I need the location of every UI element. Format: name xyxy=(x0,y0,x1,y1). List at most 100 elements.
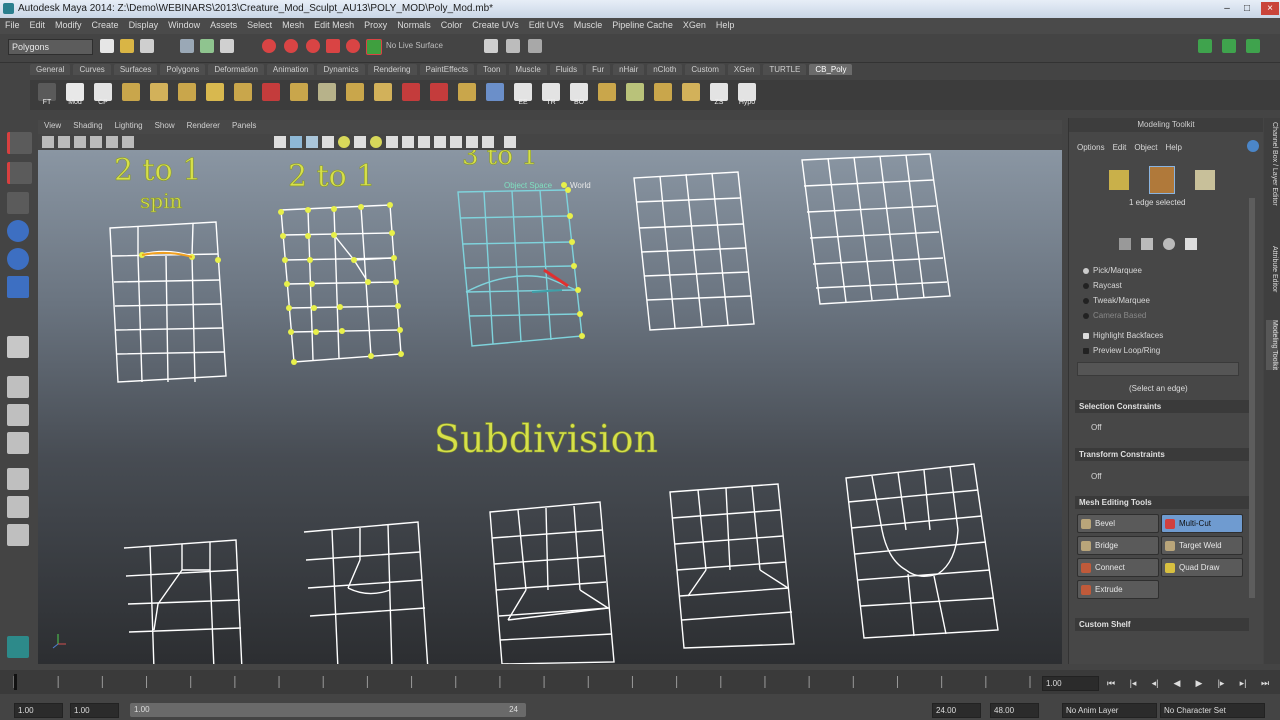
panel-menu-show[interactable]: Show xyxy=(149,120,181,131)
tab-channel-box[interactable]: Channel Box / Layer Editor xyxy=(1266,122,1278,206)
section-custom-shelf[interactable]: Custom Shelf xyxy=(1075,618,1249,631)
shelf-tab[interactable]: Custom xyxy=(685,64,725,75)
shelf-tab-active[interactable]: CB_Poly xyxy=(809,64,853,75)
outliner-layout-icon[interactable] xyxy=(7,432,29,454)
playback-end-field[interactable]: 24.00 xyxy=(932,703,981,718)
character-set-dropdown[interactable]: No Character Set xyxy=(1160,703,1265,718)
current-time-field[interactable]: 1.00 xyxy=(1042,676,1099,691)
option-preview-loop-ring[interactable]: Preview Loop/Ring xyxy=(1083,346,1160,355)
option-pick-marquee[interactable]: Pick/Marquee xyxy=(1083,266,1142,275)
menu-create[interactable]: Create xyxy=(87,18,124,30)
shelf-tab[interactable]: Dynamics xyxy=(317,64,365,75)
shelf-tab[interactable]: Animation xyxy=(266,64,315,75)
start-time-field[interactable]: 1.00 xyxy=(14,703,63,718)
end-time-field[interactable]: 48.00 xyxy=(990,703,1039,718)
menu-help[interactable]: Help xyxy=(711,18,740,30)
smooth-shade-icon[interactable] xyxy=(290,136,302,148)
selection-constraint-off[interactable]: Off xyxy=(1091,423,1102,432)
toolkit-menu-help[interactable]: Help xyxy=(1166,143,1182,152)
paint-select-icon[interactable] xyxy=(7,192,29,214)
go-to-end-icon[interactable]: ⏭ xyxy=(1258,678,1272,690)
uv-layout-icon[interactable] xyxy=(7,524,29,546)
transform-constraint-off[interactable]: Off xyxy=(1091,472,1102,481)
poly-tool-icon[interactable] xyxy=(626,83,644,101)
maximize-icon[interactable]: □ xyxy=(1240,2,1254,15)
select-icon[interactable] xyxy=(1119,238,1131,250)
face-mode-icon[interactable] xyxy=(1195,170,1215,190)
wireframe-icon[interactable] xyxy=(274,136,286,148)
four-view-layout-icon[interactable] xyxy=(7,404,29,426)
connect-button[interactable]: Connect xyxy=(1077,558,1159,577)
scale-component-icon[interactable] xyxy=(1185,238,1197,250)
magnet-icon[interactable] xyxy=(366,39,382,55)
poly-tool-icon[interactable] xyxy=(150,83,168,101)
menu-select[interactable]: Select xyxy=(242,18,277,30)
play-forwards-icon[interactable]: ▶ xyxy=(1192,678,1206,690)
move-component-icon[interactable] xyxy=(1141,238,1153,250)
poly-tool-icon[interactable] xyxy=(458,83,476,101)
play-backwards-icon[interactable]: ◀ xyxy=(1170,678,1184,690)
rotate-tool-icon[interactable] xyxy=(7,248,29,270)
menu-xgen[interactable]: XGen xyxy=(678,18,711,30)
shelf-tab[interactable]: Curves xyxy=(73,64,111,75)
poly-tool-icon[interactable] xyxy=(682,83,700,101)
tab-modeling-toolkit[interactable]: Modeling Toolkit xyxy=(1266,320,1278,371)
perspective-viewport[interactable]: 2 to 1 spin 2 to 1 3 to 1 Subdivision Ob… xyxy=(38,150,1062,664)
poly-tool-icon[interactable] xyxy=(598,83,616,101)
shelf-tab[interactable]: Muscle xyxy=(509,64,547,75)
menu-pipeline-cache[interactable]: Pipeline Cache xyxy=(607,18,678,30)
gamma-icon[interactable] xyxy=(504,136,516,148)
select-component-icon[interactable] xyxy=(220,39,234,53)
save-scene-icon[interactable] xyxy=(140,39,154,53)
resolution-gate-icon[interactable] xyxy=(122,136,134,148)
poly-tool-icon[interactable] xyxy=(122,83,140,101)
select-tool-icon[interactable] xyxy=(7,132,32,154)
step-forward-frame-icon[interactable]: |▸ xyxy=(1214,678,1228,690)
grid-toggle-icon[interactable] xyxy=(90,136,102,148)
bevel-button[interactable]: Bevel xyxy=(1077,514,1159,533)
film-gate-icon[interactable] xyxy=(106,136,118,148)
shelf-tab[interactable]: Polygons xyxy=(160,64,206,75)
poly-tool-icon[interactable] xyxy=(206,83,224,101)
poly-tool-icon[interactable] xyxy=(402,83,420,101)
menu-file[interactable]: File xyxy=(0,18,25,30)
menu-muscle[interactable]: Muscle xyxy=(569,18,608,30)
camera-attributes-icon[interactable] xyxy=(42,136,54,148)
render-current-icon[interactable] xyxy=(506,39,520,53)
screen-space-ao-icon[interactable] xyxy=(370,136,382,148)
close-icon[interactable]: × xyxy=(1261,2,1279,15)
poly-tool-icon[interactable] xyxy=(318,83,336,101)
shelf-tab[interactable]: General xyxy=(30,64,71,75)
bridge-button[interactable]: Bridge xyxy=(1077,536,1159,555)
poly-tool-icon[interactable] xyxy=(654,83,672,101)
minimize-icon[interactable]: – xyxy=(1220,2,1234,15)
poly-tool-icon[interactable] xyxy=(486,83,504,101)
option-highlight-backfaces[interactable]: Highlight Backfaces xyxy=(1083,331,1163,340)
panel-menu-lighting[interactable]: Lighting xyxy=(109,120,149,131)
wireframe-on-shaded-icon[interactable] xyxy=(306,136,318,148)
option-tweak-marquee[interactable]: Tweak/Marquee xyxy=(1083,296,1150,305)
section-mesh-editing-tools[interactable]: Mesh Editing Tools xyxy=(1075,496,1249,509)
shelf-tab[interactable]: Rendering xyxy=(367,64,417,75)
go-to-start-icon[interactable]: ⏮ xyxy=(1104,678,1118,690)
target-weld-button[interactable]: Target Weld xyxy=(1161,536,1243,555)
shelf-tab[interactable]: TURTLE xyxy=(763,64,807,75)
menu-normals[interactable]: Normals xyxy=(392,18,436,30)
shelf-tab[interactable]: Surfaces xyxy=(113,64,158,75)
toolkit-menu-object[interactable]: Object xyxy=(1134,143,1157,152)
options-bar[interactable] xyxy=(1077,362,1239,376)
shelf-tab[interactable]: Fur xyxy=(586,64,611,75)
poly-tool-icon[interactable] xyxy=(262,83,280,101)
poly-tool-icon[interactable] xyxy=(178,83,196,101)
current-time-marker[interactable] xyxy=(14,674,17,690)
shelf-tab[interactable]: XGen xyxy=(727,64,761,75)
xray-joints-icon[interactable] xyxy=(466,136,478,148)
ipr-render-icon[interactable] xyxy=(528,39,542,53)
option-raycast[interactable]: Raycast xyxy=(1083,281,1122,290)
snap-view-plane-icon[interactable] xyxy=(326,39,340,53)
shadows-icon[interactable] xyxy=(354,136,366,148)
bookmark-icon[interactable] xyxy=(58,136,70,148)
panel-menu-shading[interactable]: Shading xyxy=(67,120,108,131)
toolkit-menu-options[interactable]: Options xyxy=(1077,143,1105,152)
xray-icon[interactable] xyxy=(450,136,462,148)
